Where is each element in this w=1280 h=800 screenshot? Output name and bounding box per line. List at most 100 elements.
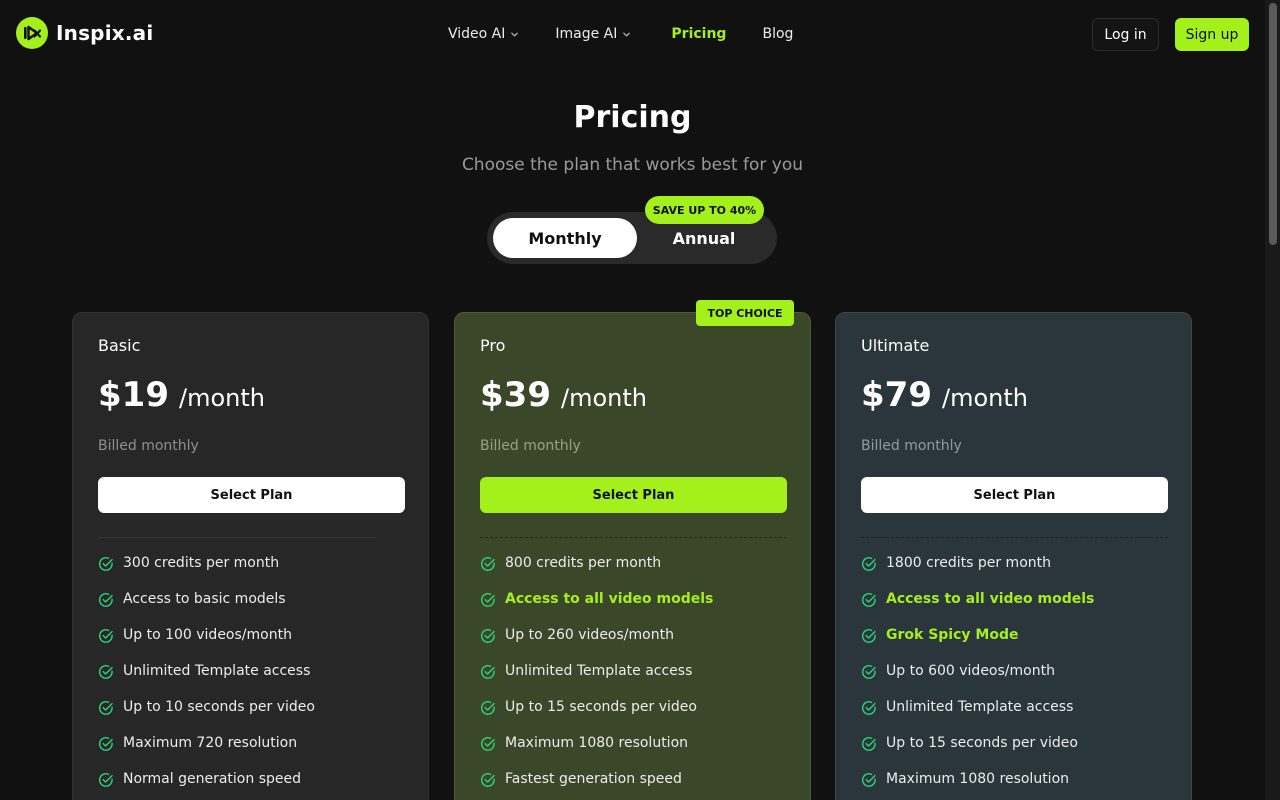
plan-card-pro: Pro $39 /month Billed monthly Select Pla… xyxy=(454,312,811,800)
check-circle-icon xyxy=(861,593,876,607)
chevron-down-icon xyxy=(623,32,631,37)
feature-text: Up to 260 videos/month xyxy=(505,627,674,643)
feature-text: Maximum 1080 resolution xyxy=(505,735,689,751)
login-button[interactable]: Log in xyxy=(1092,18,1159,51)
plan-price: $79 /month xyxy=(861,375,1028,415)
feature-text: Access to all video models xyxy=(505,591,714,607)
feature-text: 1800 credits per month xyxy=(886,555,1051,571)
price-period: /month xyxy=(941,384,1028,412)
feature-text: Fastest generation speed xyxy=(505,771,682,787)
feature-text: Up to 600 videos/month xyxy=(886,663,1055,679)
plan-card-basic: Basic $19 /month Billed monthly Select P… xyxy=(72,312,429,800)
price-amount: $79 xyxy=(861,375,932,415)
feature-text: Unlimited Template access xyxy=(123,663,311,679)
pricing-page: Inspix.ai Video AI Image AI Pricing Blog xyxy=(0,0,1280,800)
page-subtitle: Choose the plan that works best for you xyxy=(461,155,804,175)
feature-item: Up to 600 videos/month xyxy=(861,663,1171,699)
feature-item: 800 credits per month xyxy=(480,555,790,591)
check-circle-icon xyxy=(861,773,876,787)
plan-name: Pro xyxy=(480,336,506,355)
feature-item: Access to all video models xyxy=(480,591,790,627)
feature-item: Maximum 1080 resolution xyxy=(480,735,790,771)
brand-name: Inspix.ai xyxy=(56,21,154,45)
feature-text: Access to all video models xyxy=(886,591,1095,607)
nav-item-image-ai[interactable]: Image AI xyxy=(555,24,631,44)
check-circle-icon xyxy=(480,665,495,679)
check-circle-icon xyxy=(98,629,113,643)
plan-price: $39 /month xyxy=(480,375,647,415)
nav-item-label: Blog xyxy=(762,26,794,42)
top-choice-badge: TOP CHOICE xyxy=(696,300,794,326)
page-scrollbar[interactable] xyxy=(1265,0,1280,800)
check-circle-icon xyxy=(480,593,495,607)
feature-text: Maximum 1080 resolution xyxy=(886,771,1070,787)
feature-text: 300 credits per month xyxy=(123,555,280,571)
feature-text: Grok Spicy Mode xyxy=(886,627,1019,643)
feature-list: 800 credits per month Access to all video… xyxy=(480,555,790,800)
feature-item: Normal generation speed xyxy=(98,771,408,800)
feature-item: Up to 260 videos/month xyxy=(480,627,790,663)
feature-item: Unlimited Template access xyxy=(480,663,790,699)
price-amount: $39 xyxy=(480,375,551,415)
nav-item-blog[interactable]: Blog xyxy=(762,24,793,44)
divider xyxy=(98,537,376,538)
plan-card-ultimate: Ultimate $79 /month Billed monthly Selec… xyxy=(835,312,1192,800)
feature-item: Access to basic models xyxy=(98,591,408,627)
nav-item-video-ai[interactable]: Video AI xyxy=(448,24,519,44)
feature-text: Unlimited Template access xyxy=(505,663,693,679)
check-circle-icon xyxy=(480,629,495,643)
nav-item-pricing[interactable]: Pricing xyxy=(671,24,726,44)
feature-item: Access to all video models xyxy=(861,591,1171,627)
check-circle-icon xyxy=(480,557,495,571)
play-x-logo-icon xyxy=(16,17,48,49)
feature-item: Up to 15 seconds per video xyxy=(480,699,790,735)
scrollbar-thumb[interactable] xyxy=(1269,3,1277,245)
check-circle-icon xyxy=(98,737,113,751)
check-circle-icon xyxy=(861,557,876,571)
billing-note: Billed monthly xyxy=(861,438,962,454)
check-circle-icon xyxy=(98,557,113,571)
check-circle-icon xyxy=(480,737,495,751)
plan-name: Basic xyxy=(98,336,141,355)
main-nav: Video AI Image AI Pricing Blog xyxy=(448,24,793,44)
feature-text: Maximum 720 resolution xyxy=(123,735,298,751)
feature-text: Unlimited Template access xyxy=(886,699,1074,715)
nav-item-label: Video AI xyxy=(448,26,506,42)
billing-note: Billed monthly xyxy=(480,438,581,454)
plan-price: $19 /month xyxy=(98,375,265,415)
feature-text: Up to 15 seconds per video xyxy=(505,699,697,715)
price-period: /month xyxy=(560,384,647,412)
select-plan-button[interactable]: Select Plan xyxy=(861,477,1168,513)
divider xyxy=(861,537,1168,538)
billing-toggle-monthly[interactable]: Monthly xyxy=(493,218,637,258)
nav-item-label: Image AI xyxy=(555,26,618,42)
page-title: Pricing xyxy=(573,100,692,135)
brand-logo[interactable]: Inspix.ai xyxy=(16,17,153,49)
nav-item-label: Pricing xyxy=(671,26,727,42)
chevron-down-icon xyxy=(511,32,519,37)
signup-button[interactable]: Sign up xyxy=(1175,18,1249,51)
feature-item: 300 credits per month xyxy=(98,555,408,591)
select-plan-button[interactable]: Select Plan xyxy=(480,477,787,513)
save-badge: SAVE UP TO 40% xyxy=(645,196,764,224)
feature-item: Fastest generation speed xyxy=(480,771,790,800)
billing-toggle-annual[interactable]: Annual xyxy=(637,218,771,258)
feature-item: Up to 15 seconds per video xyxy=(861,735,1171,771)
plan-name: Ultimate xyxy=(861,336,930,355)
price-amount: $19 xyxy=(98,375,169,415)
billing-note: Billed monthly xyxy=(98,438,199,454)
check-circle-icon xyxy=(98,701,113,715)
price-period: /month xyxy=(178,384,265,412)
check-circle-icon xyxy=(480,773,495,787)
check-circle-icon xyxy=(861,629,876,643)
select-plan-button[interactable]: Select Plan xyxy=(98,477,405,513)
feature-list: 1800 credits per month Access to all vide… xyxy=(861,555,1171,800)
feature-item: Up to 10 seconds per video xyxy=(98,699,408,735)
feature-text: Up to 100 videos/month xyxy=(123,627,292,643)
feature-item: Maximum 720 resolution xyxy=(98,735,408,771)
feature-list: 300 credits per month Access to basic mod… xyxy=(98,555,408,800)
feature-item: Maximum 1080 resolution xyxy=(861,771,1171,800)
feature-text: Normal generation speed xyxy=(123,771,301,787)
feature-item: 1800 credits per month xyxy=(861,555,1171,591)
feature-item: Grok Spicy Mode xyxy=(861,627,1171,663)
